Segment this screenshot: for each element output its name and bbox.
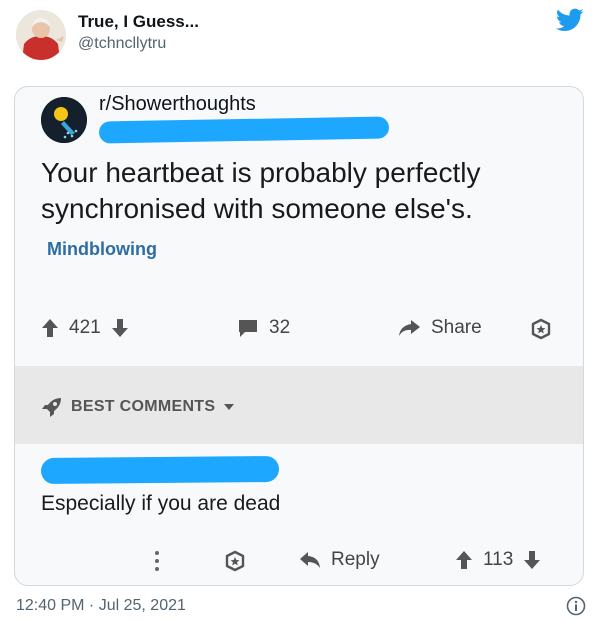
downvote-icon[interactable] (523, 550, 541, 570)
author-name[interactable]: True, I Guess... (78, 12, 199, 32)
post-action-bar: 421 32 Share (41, 313, 561, 347)
comment-icon (239, 320, 257, 337)
subreddit-name[interactable]: r/Showerthoughts (99, 93, 256, 116)
avatar[interactable] (16, 10, 66, 60)
downvote-icon[interactable] (111, 318, 129, 338)
subreddit-icon[interactable] (41, 97, 87, 143)
rocket-icon (42, 398, 61, 417)
more-icon[interactable] (153, 549, 161, 573)
upvote-icon[interactable] (455, 550, 473, 570)
comment-text: Especially if you are dead (41, 492, 281, 515)
reply-label: Reply (331, 549, 380, 570)
chevron-down-icon (224, 404, 235, 410)
award-icon[interactable] (529, 317, 553, 341)
embedded-reddit-screenshot: r/Showerthoughts Your heartbeat is proba… (14, 86, 584, 586)
post-title: Your heartbeat is probably perfectly syn… (41, 157, 481, 224)
share-icon (399, 320, 420, 336)
vote-control: 421 (41, 317, 129, 339)
comment-count: 32 (269, 317, 291, 338)
tweet-header: True, I Guess... @tchncllytru (14, 6, 586, 62)
post-flair[interactable]: Mindblowing (47, 239, 157, 260)
comment-vote-count: 113 (483, 549, 514, 570)
comment-sort-dropdown[interactable]: BEST COMMENTS (41, 396, 235, 418)
redacted-commenter (40, 455, 280, 485)
info-icon[interactable] (566, 596, 586, 616)
comment-action-bar: Reply 113 (41, 547, 561, 577)
author-info[interactable]: True, I Guess... @tchncllytru (78, 12, 199, 53)
reply-button[interactable]: Reply (299, 549, 380, 571)
twitter-bird-icon[interactable] (556, 6, 584, 34)
author-handle[interactable]: @tchncllytru (78, 35, 199, 53)
upvote-count: 421 (69, 317, 101, 338)
redacted-username (98, 116, 390, 144)
share-label: Share (431, 317, 482, 338)
comments-button[interactable]: 32 (237, 317, 290, 339)
comment-vote-control: 113 (455, 549, 541, 571)
share-button[interactable]: Share (397, 317, 482, 339)
upvote-icon[interactable] (41, 318, 59, 338)
tweet-timestamp[interactable]: 12:40 PM · Jul 25, 2021 (16, 597, 186, 615)
award-icon[interactable] (223, 549, 247, 573)
comment-sort-bar: BEST COMMENTS (15, 366, 583, 444)
reply-icon (300, 552, 320, 568)
sort-label: BEST COMMENTS (71, 398, 216, 415)
